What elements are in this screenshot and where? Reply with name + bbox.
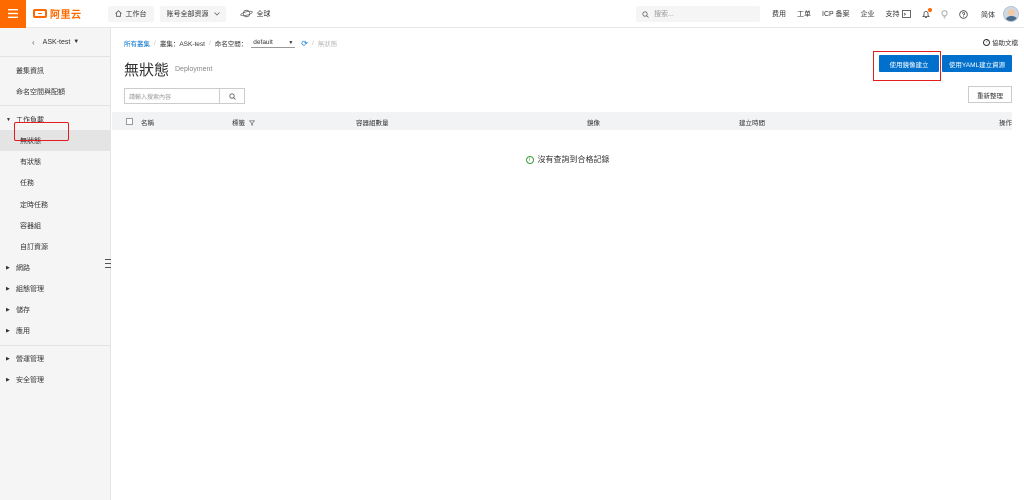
header-labels-text: 標籤 bbox=[232, 120, 245, 127]
sidebar-group-security[interactable]: ▶ 安全管理 bbox=[0, 370, 110, 391]
chevron-down-icon bbox=[213, 11, 220, 16]
language-switch[interactable]: 简体 bbox=[981, 10, 995, 20]
main-content: 所有叢集 / 叢集：ASK-test / 命名空間： default ▼ ⟳ /… bbox=[111, 28, 1024, 500]
link-support[interactable]: 支持 bbox=[886, 9, 900, 19]
breadcrumb-cluster: 叢集：ASK-test bbox=[159, 41, 205, 48]
page-subtitle: Deployment bbox=[175, 66, 213, 73]
header-name: 名稱 bbox=[141, 120, 154, 127]
empty-state: i 沒有查詢到合格記錄 bbox=[111, 154, 1024, 165]
caret-right-icon: ▶ bbox=[6, 356, 10, 363]
sidebar-group-storage[interactable]: ▶ 儲存 bbox=[0, 300, 110, 321]
help-circle-icon: ? bbox=[983, 38, 990, 46]
sidebar-group-operations[interactable]: ▶ 營運管理 bbox=[0, 349, 110, 370]
region-selector[interactable]: 全球 bbox=[239, 9, 271, 19]
global-search-placeholder: 搜索... bbox=[654, 11, 674, 18]
caret-right-icon: ▶ bbox=[6, 307, 10, 314]
sidebar-item-deployments[interactable]: 無狀態 bbox=[0, 130, 110, 152]
sidebar-group-apps[interactable]: ▶ 應用 bbox=[0, 321, 110, 342]
caret-down-icon: ▼ bbox=[288, 39, 294, 46]
refresh-icon[interactable]: ⟳ bbox=[301, 39, 308, 48]
hamburger-icon bbox=[8, 9, 18, 18]
workbench-button[interactable]: 工作台 bbox=[107, 5, 154, 22]
sidebar-group-config[interactable]: ▶ 組態管理 bbox=[0, 279, 110, 300]
account-scope-dropdown[interactable]: 账号全部资源 bbox=[159, 5, 226, 22]
cluster-name: ASK-test bbox=[42, 38, 71, 46]
avatar[interactable] bbox=[1003, 6, 1019, 22]
caret-down-icon: ▼ bbox=[6, 116, 11, 123]
sidebar-group-label: 儲存 bbox=[16, 307, 30, 315]
sidebar-group-label: 網路 bbox=[16, 265, 30, 273]
sidebar-item-statefulsets[interactable]: 有狀態 bbox=[0, 151, 110, 172]
empty-state-text: 沒有查詢到合格記錄 bbox=[537, 155, 610, 164]
globe-icon bbox=[239, 9, 253, 18]
sidebar-group-label: 營運管理 bbox=[16, 356, 44, 364]
logo-mark-icon bbox=[33, 9, 47, 18]
home-icon bbox=[114, 10, 122, 17]
breadcrumb-current: 無狀態 bbox=[317, 41, 338, 48]
top-icons bbox=[902, 0, 978, 28]
namespace-value: default bbox=[253, 39, 273, 46]
caret-right-icon: ▶ bbox=[6, 377, 10, 384]
sidebar-item-namespace[interactable]: 命名空間與配額 bbox=[0, 81, 110, 102]
caret-right-icon: ▶ bbox=[6, 328, 10, 335]
filter-icon[interactable] bbox=[248, 120, 255, 127]
top-links: 费用 工单 ICP 备案 企业 支持 bbox=[772, 0, 911, 28]
namespace-select[interactable]: default ▼ bbox=[251, 38, 296, 48]
notification-dot bbox=[928, 7, 932, 12]
sidebar-group-label: 組態管理 bbox=[16, 286, 44, 294]
terminal-icon[interactable] bbox=[902, 10, 911, 19]
cluster-switcher[interactable]: ‹ ASK-test ▼ bbox=[0, 28, 110, 56]
breadcrumb: 所有叢集 / 叢集：ASK-test / 命名空間： default ▼ ⟳ /… bbox=[124, 38, 338, 48]
sidebar-group-workloads[interactable]: ▼ 工作負載 bbox=[0, 109, 110, 130]
highlight-create-from-image bbox=[873, 51, 941, 81]
workbench-label: 工作台 bbox=[125, 10, 147, 18]
resource-search-input[interactable]: 請輸入搜索內容 bbox=[124, 88, 220, 104]
help-icon[interactable] bbox=[959, 9, 968, 19]
caret-right-icon: ▶ bbox=[6, 286, 10, 293]
search-icon bbox=[228, 92, 236, 100]
sidebar: ‹ ASK-test ▼ 叢集資訊 命名空間與配額 ▼ 工作負載 無狀態 有狀態… bbox=[0, 28, 111, 500]
link-icp[interactable]: ICP 备案 bbox=[822, 9, 850, 19]
account-scope-label: 账号全部资源 bbox=[166, 10, 209, 18]
bell-icon[interactable] bbox=[921, 7, 932, 19]
select-all-checkbox[interactable] bbox=[126, 118, 133, 125]
sidebar-item-cronjobs[interactable]: 定時任務 bbox=[0, 194, 110, 215]
sidebar-item-pods[interactable]: 容器組 bbox=[0, 215, 110, 236]
search-icon bbox=[642, 10, 649, 18]
page-title: 無狀態 bbox=[124, 62, 170, 79]
help-doc-label: 協助文檔 bbox=[992, 40, 1018, 47]
resource-search-button[interactable] bbox=[220, 88, 245, 104]
caret-down-icon: ▼ bbox=[73, 39, 80, 45]
sidebar-item-cluster-info[interactable]: 叢集資訊 bbox=[0, 60, 110, 81]
header-operations: 操作 bbox=[999, 120, 1012, 127]
info-icon: i bbox=[525, 155, 534, 164]
link-enterprise[interactable]: 企业 bbox=[861, 9, 875, 19]
table-header: 名稱 標籤 容器組數量 鏡像 建立時間 操作 bbox=[112, 112, 1012, 130]
sidebar-group-label: 應用 bbox=[16, 328, 30, 336]
header-labels[interactable]: 標籤 bbox=[232, 117, 255, 127]
header-image: 鏡像 bbox=[587, 120, 600, 127]
caret-right-icon: ▶ bbox=[6, 265, 10, 272]
sidebar-group-label: 安全管理 bbox=[16, 377, 44, 385]
logo-text: 阿里云 bbox=[50, 10, 82, 21]
sidebar-group-label: 工作負載 bbox=[16, 116, 44, 124]
refresh-button[interactable]: 重新整理 bbox=[968, 86, 1012, 103]
breadcrumb-namespace-label: 命名空間： bbox=[214, 41, 248, 48]
global-search-input[interactable]: 搜索... bbox=[636, 6, 760, 22]
header-created: 建立時間 bbox=[739, 120, 765, 127]
header-pod-count: 容器組數量 bbox=[356, 120, 389, 127]
lightbulb-icon[interactable] bbox=[940, 9, 949, 19]
sidebar-item-custom-resources[interactable]: 自訂資源 bbox=[0, 236, 110, 257]
breadcrumb-all-clusters[interactable]: 所有叢集 bbox=[124, 38, 150, 48]
chevron-left-icon[interactable]: ‹ bbox=[32, 38, 35, 47]
aliyun-logo[interactable]: 阿里云 bbox=[33, 0, 82, 28]
sidebar-group-network[interactable]: ▶ 網路 bbox=[0, 258, 110, 279]
link-tickets[interactable]: 工单 bbox=[797, 9, 811, 19]
region-label: 全球 bbox=[256, 10, 271, 18]
sidebar-item-jobs[interactable]: 任務 bbox=[0, 173, 110, 194]
help-doc-link[interactable]: ? 協助文檔 bbox=[983, 37, 1018, 47]
create-from-yaml-button[interactable]: 使用YAML建立資源 bbox=[942, 55, 1012, 72]
link-billing[interactable]: 费用 bbox=[772, 9, 786, 19]
menu-button[interactable] bbox=[0, 0, 26, 28]
